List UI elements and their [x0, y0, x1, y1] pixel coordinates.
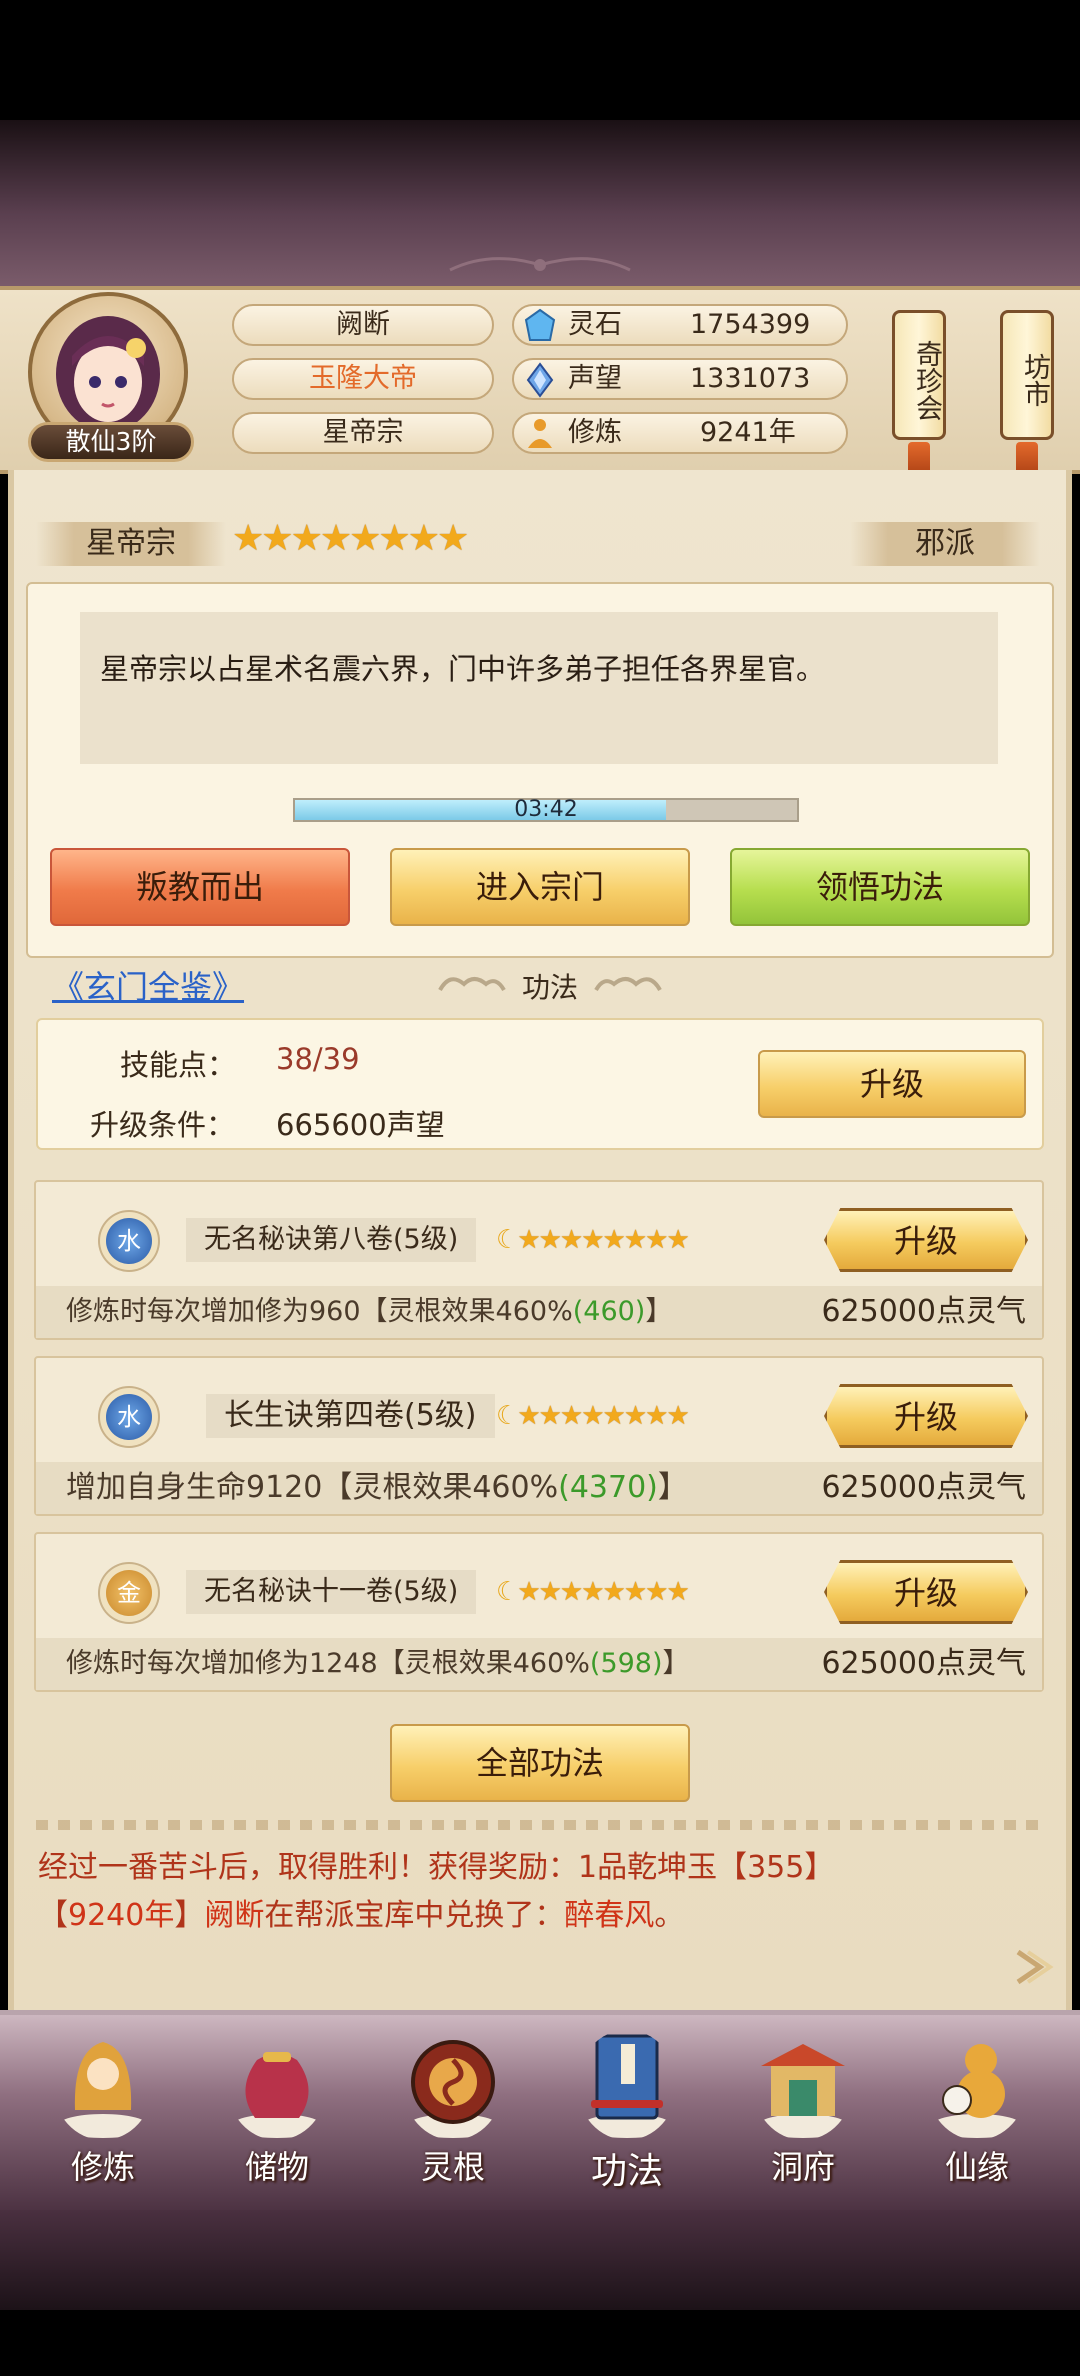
upgrade-condition-label: 升级条件： — [90, 1108, 236, 1142]
sect-star-rating: ★★★★★★★★ — [232, 518, 469, 559]
moon-icon: ☾ — [496, 1225, 519, 1255]
sect-name-tag: 星帝宗 — [36, 522, 226, 566]
star-icon: ★ — [232, 518, 264, 559]
skill-points-label: 技能点： — [120, 1048, 237, 1082]
book-icon — [581, 2034, 673, 2138]
monk-icon — [57, 2042, 149, 2138]
player-sect: 星帝宗 — [232, 412, 494, 454]
star-icon: ★ — [290, 518, 323, 559]
technique-effect: 增加自身生命9120【灵根效果460%(4370)】 — [66, 1470, 688, 1505]
bottom-background — [0, 2210, 1080, 2310]
technique-name: 无名秘诀第八卷(5级) — [186, 1218, 477, 1262]
stat-value: 9241年 — [700, 417, 796, 448]
technique-upgrade-button[interactable]: 升级 — [824, 1208, 1028, 1272]
sect-alignment-tag: 邪派 — [850, 522, 1040, 566]
stat-label: 灵石 — [568, 309, 622, 340]
technique-upgrade-button[interactable]: 升级 — [824, 1560, 1028, 1624]
technique-item: 金 无名秘诀十一卷(5级) ☾★★★★★★★★ 升级 修炼时每次增加修为1248… — [34, 1532, 1044, 1692]
stat-label: 声望 — [568, 363, 622, 394]
upgrade-condition-value: 665600声望 — [276, 1108, 445, 1142]
spirit-stone-icon — [524, 308, 556, 341]
cave-house-icon — [757, 2044, 849, 2138]
stat-cultivation: 修炼 9241年 — [512, 412, 848, 454]
technique-detail: 增加自身生命9120【灵根效果460%(4370)】 625000点灵气 — [36, 1462, 1042, 1514]
stat-value: 1331073 — [690, 363, 811, 394]
technique-cost: 625000点灵气 — [821, 1294, 1026, 1329]
star-icon: ★ — [407, 518, 440, 559]
nav-label: 储物 — [244, 2148, 309, 2186]
rank-badge: 散仙3阶 — [28, 422, 194, 462]
technique-effect: 修炼时每次增加修为960【灵根效果460%(460)】 — [66, 1296, 673, 1327]
ornament-icon — [449, 257, 631, 272]
star-icon: ★ — [319, 518, 352, 559]
nav-label: 洞府 — [770, 2148, 835, 2186]
skill-points-value: 38/39 — [276, 1042, 360, 1076]
nav-techniques[interactable]: 功法 — [552, 2030, 702, 2210]
technique-detail: 修炼时每次增加修为960【灵根效果460%(460)】 625000点灵气 — [36, 1286, 1042, 1338]
stat-prestige: 声望 1331073 — [512, 358, 848, 400]
cloud-ornament-icon — [438, 977, 506, 992]
technique-cost: 625000点灵气 — [821, 1646, 1026, 1681]
enter-sect-button[interactable]: 进入宗门 — [390, 848, 690, 926]
metal-element-icon: 金 — [106, 1570, 152, 1616]
nav-spirit-root[interactable]: 灵根 — [378, 2030, 528, 2210]
xuanmen-guide-link[interactable]: 《玄门全鉴》 — [52, 962, 244, 1008]
technique-upgrade-button[interactable]: 升级 — [824, 1384, 1028, 1448]
stat-value: 1754399 — [690, 309, 811, 340]
technique-stars: ☾★★★★★★★★ — [496, 1401, 690, 1431]
technique-item: 水 无名秘诀第八卷(5级) ☾★★★★★★★★ 升级 修炼时每次增加修为960【… — [34, 1180, 1044, 1340]
player-title: 玉隆大帝 — [232, 358, 494, 400]
technique-item: 水 长生诀第四卷(5级) ☾★★★★★★★★ 升级 增加自身生命9120【灵根效… — [34, 1356, 1044, 1516]
water-element-icon: 水 — [106, 1394, 152, 1440]
timer-text: 03:42 — [514, 797, 578, 822]
shop-label: 坊市 — [1000, 310, 1054, 440]
nav-storage[interactable]: 储物 — [202, 2030, 352, 2210]
expand-arrow-icon[interactable] — [1010, 1944, 1056, 1990]
technique-stars: ☾★★★★★★★★ — [496, 1577, 690, 1607]
technique-name: 无名秘诀十一卷(5级) — [186, 1570, 477, 1614]
battle-message: 经过一番苦斗后，取得胜利！获得奖励：1品乾坤玉【355】 — [38, 1850, 835, 1885]
exchange-message: 【9240年】阙断在帮派宝库中兑换了：醉春风。 — [38, 1898, 685, 1933]
technique-effect: 修炼时每次增加修为1248【灵根效果460%(598)】 — [66, 1648, 690, 1679]
all-techniques-button[interactable]: 全部功法 — [390, 1724, 690, 1802]
shop-fangshi-button[interactable]: 坊市 — [1000, 310, 1054, 482]
cultivation-icon — [528, 419, 552, 448]
technique-name: 长生诀第四卷(5级) — [206, 1394, 495, 1438]
sect-timer-bar: 03:42 — [293, 798, 799, 822]
bag-icon — [231, 2052, 323, 2138]
technique-cost: 625000点灵气 — [821, 1470, 1026, 1505]
moon-icon: ☾ — [496, 1401, 519, 1431]
comprehend-technique-button[interactable]: 领悟功法 — [730, 848, 1030, 926]
technique-section-title: 功法 — [521, 971, 578, 1004]
nav-label: 仙缘 — [944, 2148, 1009, 2186]
nav-destiny[interactable]: 仙缘 — [902, 2030, 1052, 2210]
skill-upgrade-button[interactable]: 升级 — [758, 1050, 1026, 1118]
shop-qizhenhui-button[interactable]: 奇珍会 — [892, 310, 946, 482]
leave-sect-button[interactable]: 叛教而出 — [50, 848, 350, 926]
nav-cultivate[interactable]: 修炼 — [28, 2030, 178, 2210]
nav-cave-house[interactable]: 洞府 — [728, 2030, 878, 2210]
star-icon: ★ — [349, 518, 381, 559]
star-icon: ★ — [378, 518, 410, 559]
message-divider — [36, 1820, 1044, 1830]
stat-spirit-stone: 灵石 1754399 — [512, 304, 848, 346]
shop-label: 奇珍会 — [892, 310, 946, 440]
star-icon: ★ — [436, 518, 469, 559]
nav-label: 灵根 — [420, 2148, 485, 2186]
nav-label: 功法 — [590, 2151, 663, 2192]
spirit-root-icon — [407, 2040, 499, 2138]
gourd-icon — [931, 2044, 1023, 2138]
moon-icon: ☾ — [496, 1577, 519, 1607]
player-name: 阙断 — [232, 304, 494, 346]
star-icon: ★ — [261, 518, 293, 559]
prestige-icon — [526, 362, 554, 398]
technique-detail: 修炼时每次增加修为1248【灵根效果460%(598)】 625000点灵气 — [36, 1638, 1042, 1690]
nav-label: 修炼 — [70, 2148, 135, 2186]
technique-stars: ☾★★★★★★★★ — [496, 1225, 690, 1255]
stat-label: 修炼 — [568, 417, 622, 448]
cloud-ornament-icon — [594, 977, 662, 992]
sect-description: 星帝宗以占星术名震六界，门中许多弟子担任各界星官。 — [80, 612, 998, 764]
water-element-icon: 水 — [106, 1218, 152, 1264]
